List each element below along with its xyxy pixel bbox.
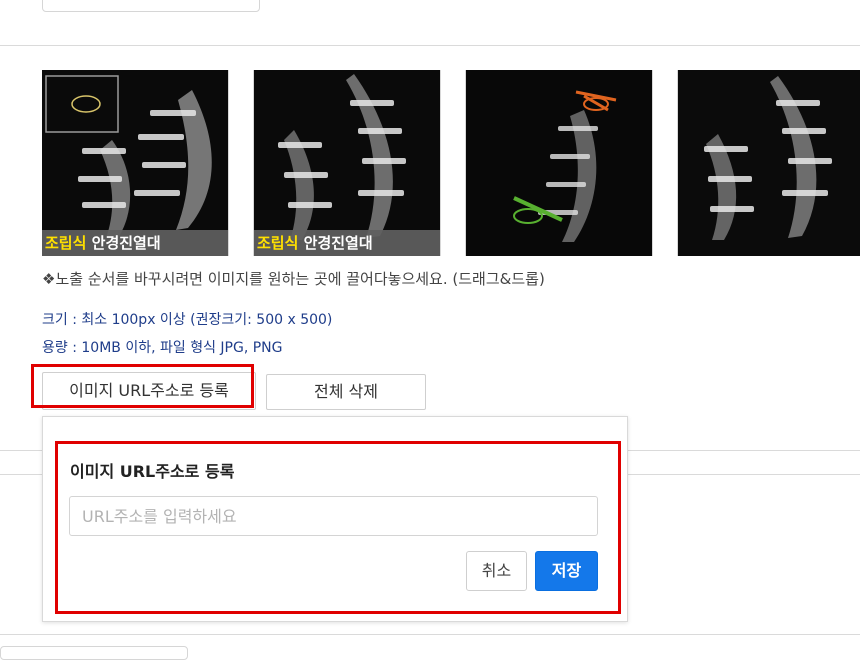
section-divider [0,45,860,46]
gallery-thumbnail-1[interactable]: 조립식 안경진열대 [42,70,228,256]
glasses-stand-photo [254,70,440,256]
save-button[interactable]: 저장 [535,551,598,591]
section-divider [0,634,860,635]
thumbnail-caption: 조립식 안경진열대 [254,230,440,256]
image-gallery: 조립식 안경진열대 조립식 안경진열대 [42,70,860,256]
highlight-box-url-button [31,364,254,408]
gallery-thumbnail-2[interactable]: 조립식 안경진열대 [254,70,440,256]
gallery-thumbnail-4[interactable] [678,70,860,256]
top-input-field[interactable] [42,0,260,12]
bottom-input-field[interactable] [0,646,188,660]
url-input[interactable] [69,496,598,536]
gallery-thumbnail-3[interactable] [466,70,652,256]
glasses-stand-photo [42,70,228,256]
cancel-button[interactable]: 취소 [466,551,527,591]
thumbnail-caption: 조립식 안경진열대 [42,230,228,256]
glasses-stand-with-glasses-photo [466,70,652,256]
delete-all-button[interactable]: 전체 삭제 [266,374,426,410]
reorder-hint-text: ❖노출 순서를 바꾸시려면 이미지를 원하는 곳에 끌어다놓으세요. (드래그&… [42,270,545,288]
capacity-requirement-text: 용량 : 10MB 이하, 파일 형식 JPG, PNG [42,340,283,356]
size-requirement-text: 크기 : 최소 100px 이상 (권장크기: 500 x 500) [42,312,333,328]
glasses-stand-photo [678,70,860,256]
popup-title: 이미지 URL주소로 등록 [70,462,235,481]
